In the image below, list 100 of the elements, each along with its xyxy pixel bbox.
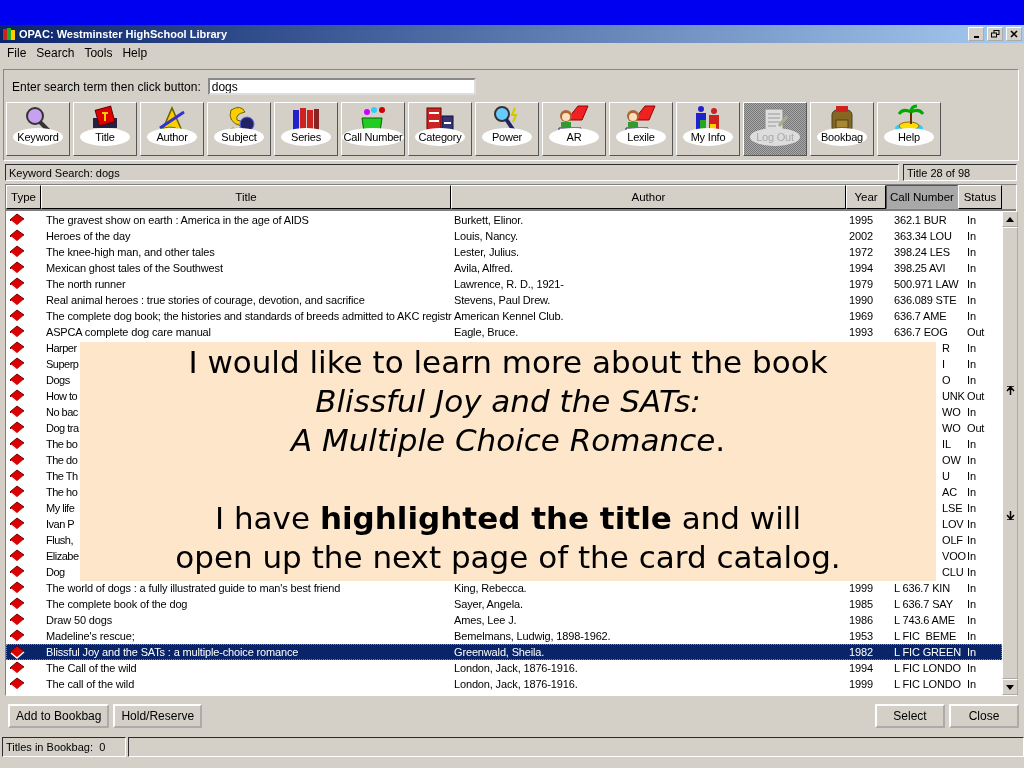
triangle-icon bbox=[1006, 684, 1014, 690]
action-button[interactable]: Hold/Reserve bbox=[113, 704, 203, 728]
table-cell: Dogs bbox=[46, 374, 70, 386]
table-cell: Flush, bbox=[46, 534, 73, 546]
menu-item[interactable]: Tools bbox=[79, 45, 118, 60]
book-icon bbox=[9, 229, 25, 243]
action-button[interactable]: Close bbox=[949, 704, 1019, 728]
table-row[interactable]: Real animal heroes : true stories of courage, devotion, and sacrifice Stevens, Paul Drew. 1990 636.089 STE In bbox=[6, 292, 1002, 308]
table-cell: O bbox=[942, 374, 951, 386]
table-cell: 1953 bbox=[849, 630, 873, 642]
table-cell: 398.25 AVI bbox=[894, 262, 946, 274]
book-icon bbox=[9, 469, 25, 483]
table-cell: OW bbox=[942, 454, 961, 466]
triangle-icon bbox=[1006, 216, 1014, 222]
table-cell: L 743.6 AME bbox=[894, 614, 955, 626]
result-position: Title 28 of 98 bbox=[903, 164, 1017, 181]
table-cell: The ho bbox=[46, 486, 78, 498]
column-header[interactable]: Call Number bbox=[886, 185, 958, 209]
table-cell: In bbox=[967, 246, 976, 258]
table-row[interactable]: The north runner Lawrence, R. D., 1921- 1979 500.971 LAW In bbox=[6, 276, 1002, 292]
table-cell: OLF bbox=[942, 534, 963, 546]
table-row[interactable]: Draw 50 dogs Ames, Lee J. 1986 L 743.6 AME In bbox=[6, 612, 1002, 628]
table-cell: Lester, Julius. bbox=[454, 246, 519, 258]
table-cell: Draw 50 dogs bbox=[46, 614, 113, 626]
table-row[interactable]: The Call of the wild London, Jack, 1876-1916. 1994 L FIC LONDO In bbox=[6, 660, 1002, 676]
table-row[interactable]: The complete dog book; the histories and standards of breeds admitted to AKC registr American Kennel Club. 1969 636.7 AME In bbox=[6, 308, 1002, 324]
column-header[interactable]: Author bbox=[451, 185, 846, 209]
table-cell: Mexican ghost tales of the Southwest bbox=[46, 262, 223, 274]
menu-item[interactable]: File bbox=[2, 45, 32, 60]
toolbar-button[interactable]: Help bbox=[877, 102, 941, 156]
table-cell: Elizabe bbox=[46, 550, 79, 562]
table-cell: In bbox=[967, 582, 976, 594]
table-cell: In bbox=[967, 518, 976, 530]
table-cell: 636.7 EOG bbox=[894, 326, 948, 338]
table-cell: 1972 bbox=[849, 246, 873, 258]
table-cell: ASPCA complete dog care manual bbox=[46, 326, 211, 338]
table-cell: L FIC LONDO bbox=[894, 662, 961, 674]
toolbar-button[interactable]: Lexile bbox=[609, 102, 673, 156]
minimize-button[interactable] bbox=[968, 27, 984, 41]
close-button[interactable] bbox=[1006, 27, 1022, 41]
table-cell: R bbox=[942, 342, 950, 354]
toolbar-button[interactable]: Keyword bbox=[6, 102, 70, 156]
column-header[interactable]: Year bbox=[846, 185, 886, 209]
table-cell: 2002 bbox=[849, 230, 873, 242]
table-cell: Madeline's rescue; bbox=[46, 630, 135, 642]
table-cell: The north runner bbox=[46, 278, 126, 290]
table-row[interactable]: The gravest show on earth : America in the age of AIDS Burkett, Elinor. 1995 362.1 BUR In bbox=[6, 212, 1002, 228]
table-row[interactable]: ASPCA complete dog care manual Eagle, Bruce. 1993 636.7 EOG Out bbox=[6, 324, 1002, 340]
scroll-up-button[interactable] bbox=[1002, 211, 1018, 227]
toolbar-button[interactable]: Category bbox=[408, 102, 472, 156]
table-cell: In bbox=[967, 294, 976, 306]
table-cell: Lawrence, R. D., 1921- bbox=[454, 278, 564, 290]
action-button[interactable]: Add to Bookbag bbox=[8, 704, 110, 728]
toolbar-button[interactable]: Title bbox=[73, 102, 137, 156]
close-icon bbox=[1009, 30, 1019, 38]
table-row[interactable]: Mexican ghost tales of the Southwest Avila, Alfred. 1994 398.25 AVI In bbox=[6, 260, 1002, 276]
table-cell: AC bbox=[942, 486, 957, 498]
table-cell: 1999 bbox=[849, 678, 873, 690]
table-row[interactable]: The knee-high man, and other tales Lester, Julius. 1972 398.24 LES In bbox=[6, 244, 1002, 260]
toolbar-button[interactable]: Bookbag bbox=[810, 102, 874, 156]
table-cell: The Call of the wild bbox=[46, 662, 137, 674]
column-header[interactable]: Type bbox=[6, 185, 41, 209]
toolbar-button[interactable]: Power bbox=[475, 102, 539, 156]
toolbar-button[interactable]: My Info bbox=[676, 102, 740, 156]
book-icon bbox=[9, 293, 25, 307]
table-cell: 398.24 LES bbox=[894, 246, 950, 258]
column-header[interactable]: Title bbox=[41, 185, 451, 209]
table-row[interactable]: The world of dogs : a fully illustrated guide to man's best friend King, Rebecca. 1999 L 636.7 KIN In bbox=[6, 580, 1002, 596]
book-icon bbox=[9, 645, 25, 659]
table-cell: King, Rebecca. bbox=[454, 582, 527, 594]
restore-button[interactable] bbox=[987, 27, 1003, 41]
action-button[interactable]: Select bbox=[875, 704, 945, 728]
table-cell: Superp bbox=[46, 358, 79, 370]
table-row[interactable]: Madeline's rescue; Bemelmans, Ludwig, 1898-1962. 1953 L FIC BEME In bbox=[6, 628, 1002, 644]
book-icon bbox=[9, 277, 25, 291]
table-row[interactable]: The complete book of the dog Sayer, Angela. 1985 L 636.7 SAY In bbox=[6, 596, 1002, 612]
scroll-down-button[interactable] bbox=[1002, 679, 1018, 695]
search-field[interactable]: dogs bbox=[207, 78, 476, 95]
table-cell: American Kennel Club. bbox=[454, 310, 564, 322]
toolbar-button[interactable]: Author bbox=[140, 102, 204, 156]
menu-item[interactable]: Help bbox=[117, 45, 153, 60]
toolbar-button[interactable]: Call Number bbox=[341, 102, 405, 156]
table-cell: 1995 bbox=[849, 214, 873, 226]
table-row[interactable]: Heroes of the day Louis, Nancy. 2002 363.34 LOU In bbox=[6, 228, 1002, 244]
table-cell: In bbox=[967, 374, 976, 386]
column-header[interactable]: Status bbox=[958, 185, 1002, 209]
book-icon bbox=[9, 213, 25, 227]
toolbar-button[interactable]: AR bbox=[542, 102, 606, 156]
toolbar-button[interactable]: Series bbox=[274, 102, 338, 156]
table-cell: In bbox=[967, 470, 976, 482]
book-icon bbox=[9, 597, 25, 611]
book-icon bbox=[9, 485, 25, 499]
toolbar-button[interactable]: Subject bbox=[207, 102, 271, 156]
table-row[interactable]: Blissful Joy and the SATs : a multiple-choice romance Greenwald, Sheila. 1982 L FIC GREEN In bbox=[6, 644, 1002, 660]
menu-item[interactable]: Search bbox=[31, 45, 80, 60]
table-row[interactable]: The call of the wild London, Jack, 1876-1916. 1999 L FIC LONDO In bbox=[6, 676, 1002, 692]
table-cell: L 636.7 SAY bbox=[894, 598, 953, 610]
book-icon bbox=[9, 389, 25, 403]
book-icon bbox=[9, 629, 25, 643]
table-cell: The world of dogs : a fully illustrated guide to man's best friend bbox=[46, 582, 341, 594]
